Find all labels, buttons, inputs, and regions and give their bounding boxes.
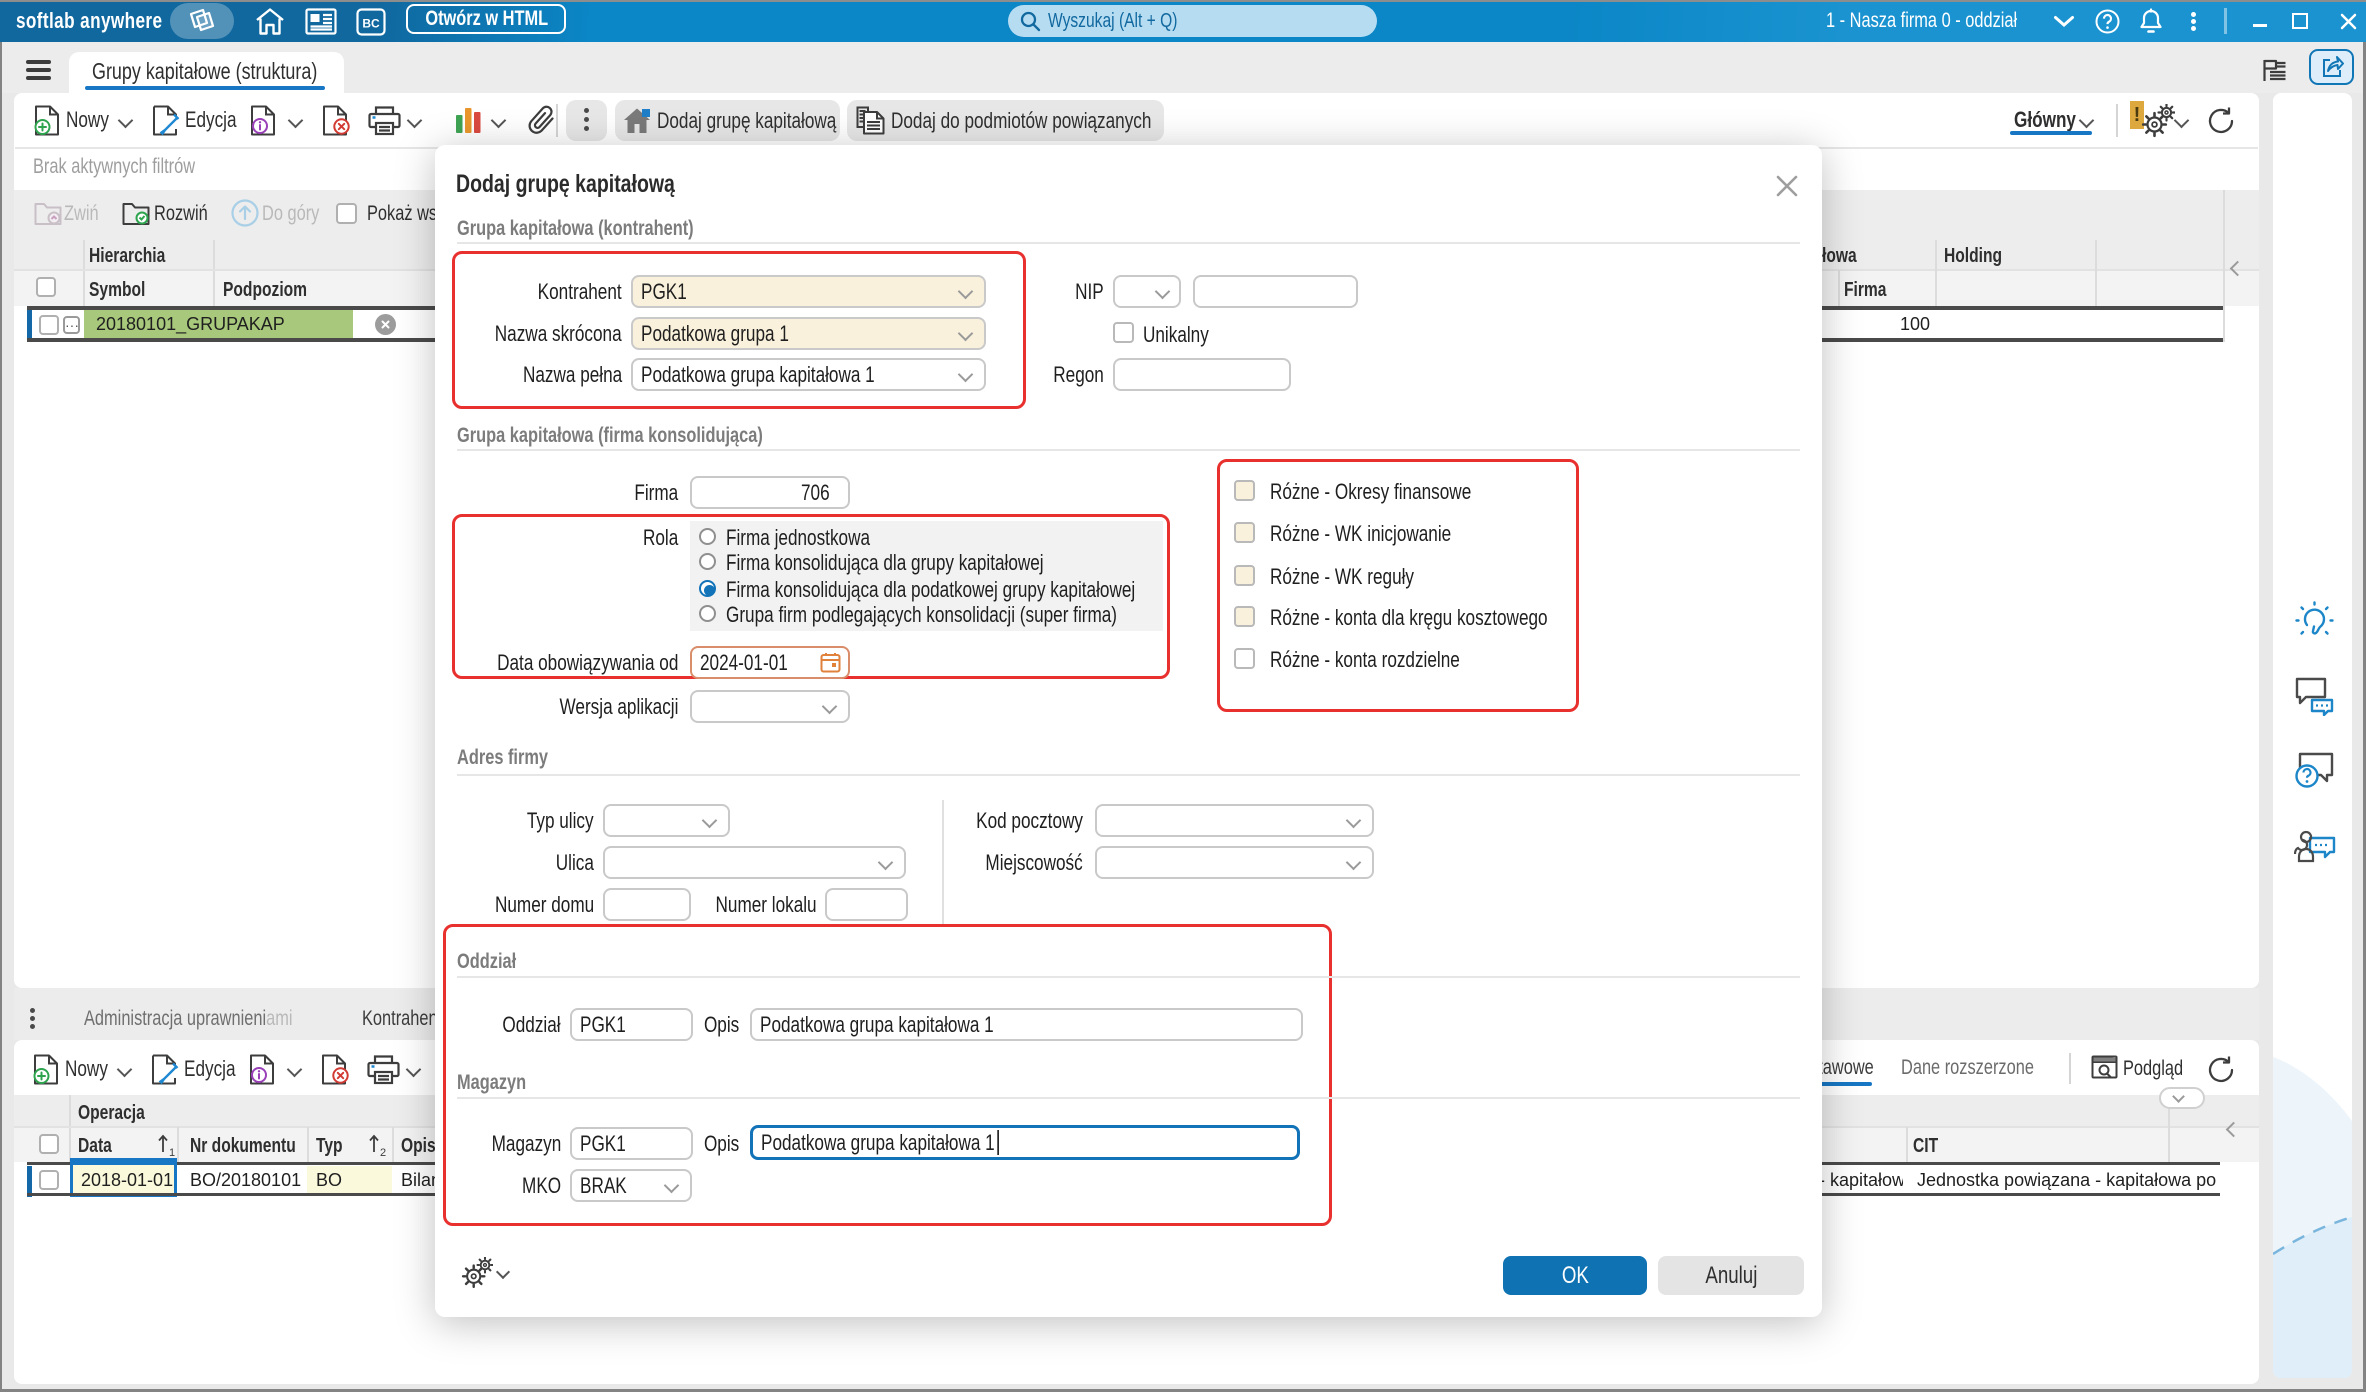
svg-text:1: 1: [169, 1147, 175, 1157]
svg-text:BC: BC: [362, 17, 380, 31]
svg-text:2: 2: [380, 1147, 386, 1157]
